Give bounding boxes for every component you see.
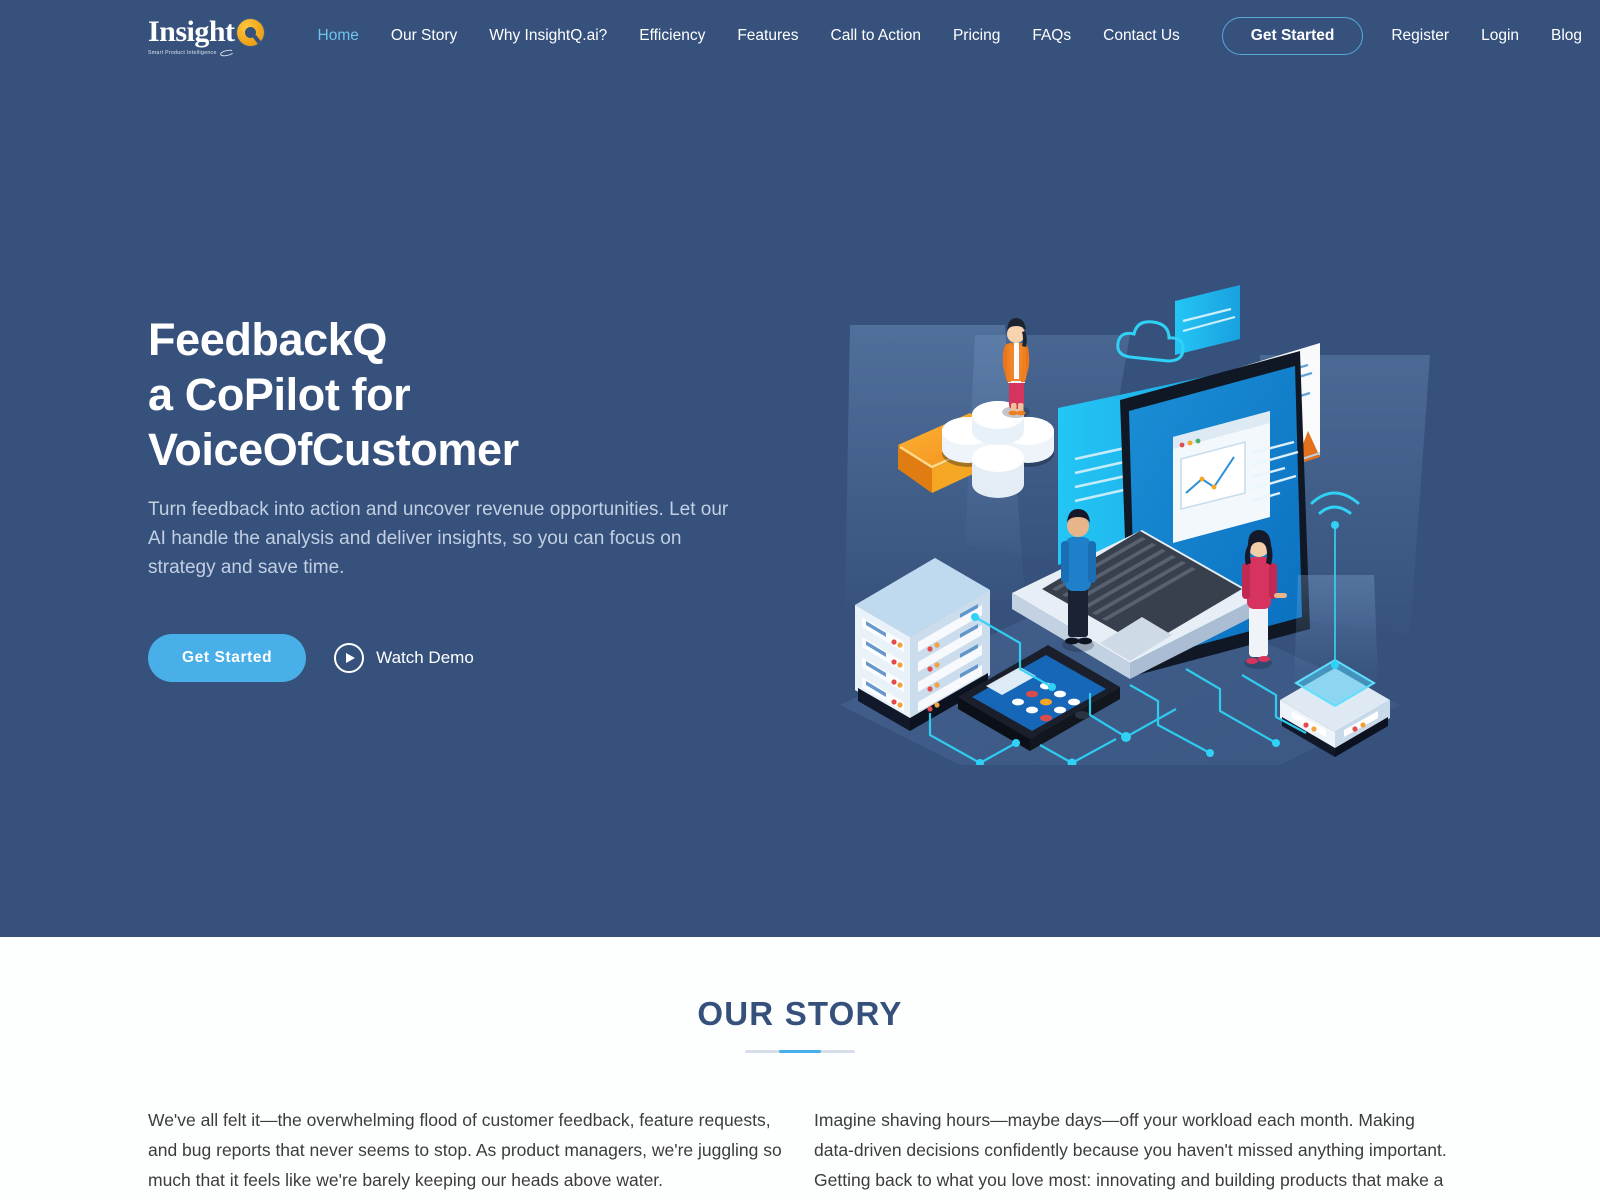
our-story-section: OUR STORY We've all felt it—the overwhel…	[0, 937, 1600, 1200]
logo-row: Insight	[148, 16, 264, 48]
main-navbar: Insight Smart Product Intelligence Home …	[0, 0, 1600, 72]
nav-item-home[interactable]: Home	[302, 21, 375, 51]
play-icon	[334, 643, 365, 673]
nav-item-call-to-action[interactable]: Call to Action	[815, 21, 937, 51]
nav-right-group: Register Login Blog	[1375, 21, 1598, 51]
nav-item-faqs[interactable]: FAQs	[1016, 21, 1087, 51]
logo-tagline: Smart Product Intelligence	[148, 48, 264, 58]
hero-section: Insight Smart Product Intelligence Home …	[0, 0, 1600, 937]
story-title: OUR STORY	[697, 995, 903, 1032]
hero-title-line-1: FeedbackQ	[148, 314, 388, 365]
nav-item-register[interactable]: Register	[1375, 21, 1465, 51]
nav-item-contact-us[interactable]: Contact Us	[1087, 21, 1196, 51]
story-divider	[745, 1050, 855, 1053]
nav-item-efficiency[interactable]: Efficiency	[623, 21, 721, 51]
swoosh-icon	[219, 48, 235, 58]
hero-get-started-button[interactable]: Get Started	[148, 634, 307, 682]
nav-item-blog[interactable]: Blog	[1535, 21, 1598, 51]
hero-title: FeedbackQ a CoPilot for VoiceOfCustomer	[148, 312, 788, 477]
play-triangle-icon	[346, 653, 356, 663]
story-columns: We've all felt it—the overwhelming flood…	[0, 1105, 1600, 1200]
hero-subtitle: Turn feedback into action and uncover re…	[148, 499, 729, 578]
watch-demo-button[interactable]: Watch Demo	[334, 643, 474, 673]
logo-wordmark: Insight	[148, 15, 235, 48]
hero-title-line-2: a CoPilot for	[148, 369, 411, 420]
nav-item-pricing[interactable]: Pricing	[937, 21, 1016, 51]
watch-demo-label: Watch Demo	[376, 648, 474, 667]
hero-actions: Get Started Watch Demo	[148, 634, 788, 682]
hero-copy: FeedbackQ a CoPilot for VoiceOfCustomer …	[148, 312, 788, 682]
nav-item-features[interactable]: Features	[721, 21, 814, 51]
isometric-tech-illustration	[840, 285, 1430, 765]
hero-illustration	[790, 245, 1440, 765]
logo-tagline-text: Smart Product Intelligence	[148, 50, 217, 56]
nav-links: Home Our Story Why InsightQ.ai? Efficien…	[302, 17, 1599, 55]
story-column-left: We've all felt it—the overwhelming flood…	[148, 1110, 782, 1190]
text-panel-top	[1175, 285, 1240, 355]
hero-title-line-3: VoiceOfCustomer	[148, 424, 519, 475]
nav-get-started-button[interactable]: Get Started	[1221, 17, 1364, 55]
story-column-right: Imagine shaving hours—maybe days—off you…	[814, 1110, 1447, 1190]
brand-logo[interactable]: Insight Smart Product Intelligence	[148, 13, 264, 59]
nav-item-our-story[interactable]: Our Story	[375, 21, 473, 51]
nav-item-login[interactable]: Login	[1465, 21, 1535, 51]
story-header: OUR STORY	[0, 995, 1600, 1053]
logo-q-icon	[236, 18, 264, 46]
nav-item-why-insightq[interactable]: Why InsightQ.ai?	[473, 21, 623, 51]
